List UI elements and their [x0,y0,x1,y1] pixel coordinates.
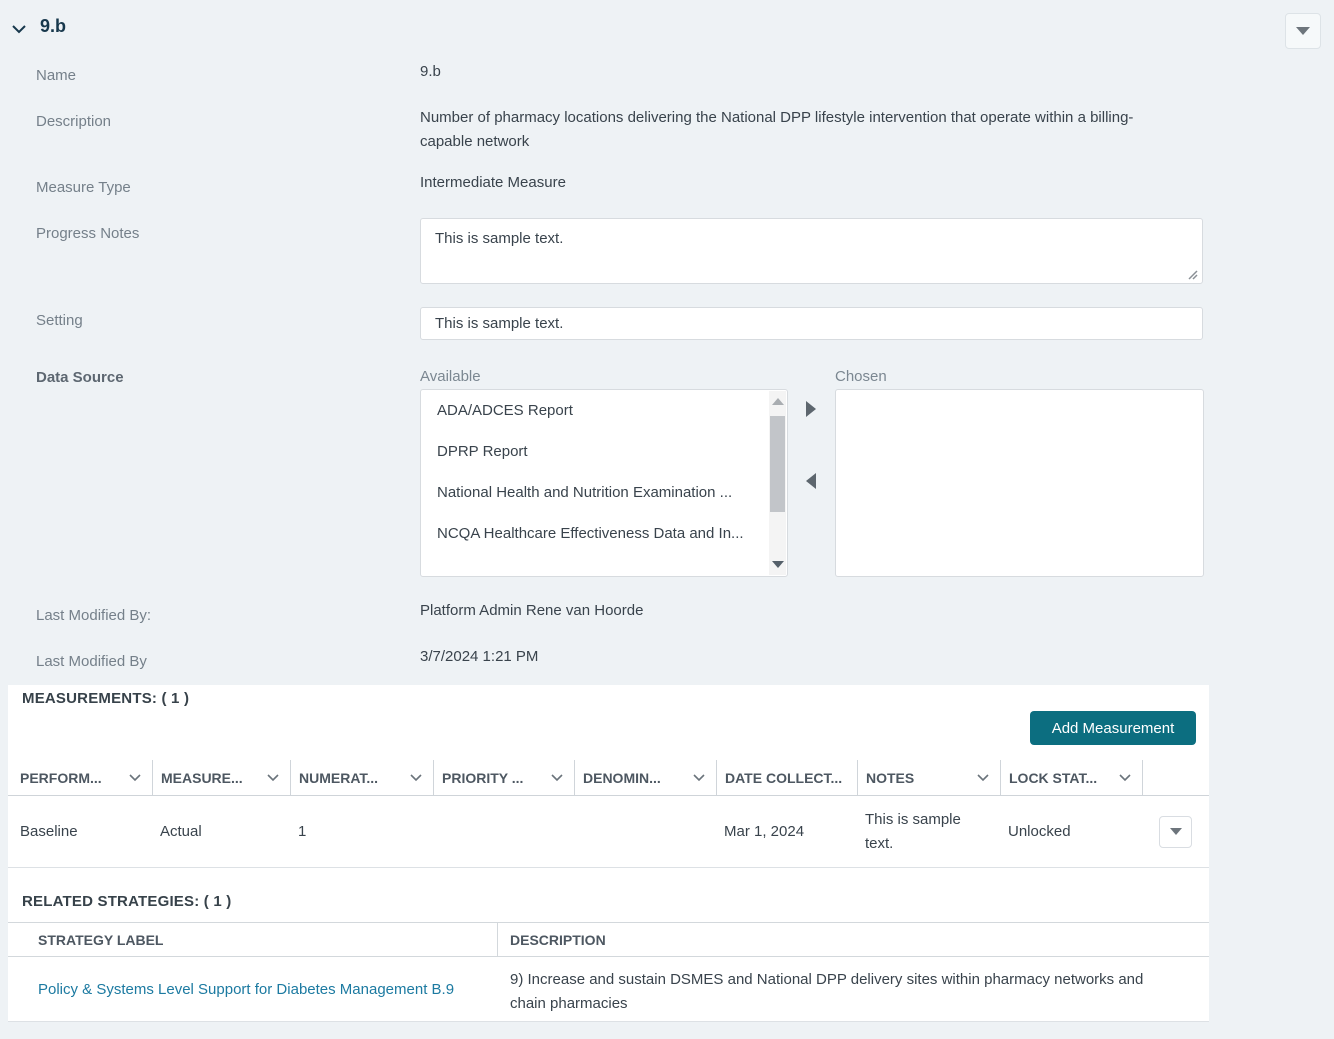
caret-down-icon [1296,27,1310,35]
last-modified-by-value: Platform Admin Rene van Hoorde [420,602,644,619]
measure-type-value: Intermediate Measure [420,174,566,191]
chevron-down-icon [693,774,705,782]
available-list-item[interactable]: National Health and Nutrition Examinatio… [421,472,787,513]
description-value: Number of pharmacy locations delivering … [420,109,1134,150]
cell-numerator: 1 [298,823,307,840]
cell-performance: Baseline [20,823,78,840]
available-list-item[interactable]: NCQA Healthcare Effectiveness Data and I… [421,513,787,554]
chevron-down-icon [977,774,989,782]
chevron-down-icon [1119,774,1131,782]
column-header-date-collected[interactable]: DATE COLLECT... [716,760,857,795]
description-label: Description [36,113,112,130]
caret-down-icon [1169,828,1182,835]
move-to-chosen-icon[interactable] [806,401,816,417]
listbox-scrollbar[interactable] [769,391,786,575]
last-modified-by-label: Last Modified By: [36,607,152,624]
strategy-table-row: Policy & Systems Level Support for Diabe… [8,957,1209,1022]
column-header-numerator[interactable]: NUMERAT... [290,760,433,795]
available-list-item[interactable]: ADA/ADCES Report [421,390,787,431]
measurement-table-row: Baseline Actual 1 Mar 1, 2024 This is sa… [8,796,1209,868]
column-header-notes[interactable]: NOTES [857,760,1000,795]
cell-measure: Actual [160,823,202,840]
section-actions-button[interactable] [1285,13,1321,49]
progress-notes-textarea[interactable]: This is sample text. [420,218,1203,284]
row-actions-button[interactable] [1159,815,1192,848]
measurements-table-header: PERFORM... MEASURE... NUMERAT... PRIORIT… [8,760,1209,796]
column-header-strategy-label: STRATEGY LABEL [38,931,164,948]
cell-priority [433,796,574,867]
measurements-title: MEASUREMENTS: ( 1 ) [22,690,190,707]
column-header-denominator[interactable]: DENOMIN... [574,760,716,795]
cell-lock-status: Unlocked [1008,823,1071,840]
strategy-description: 9) Increase and sustain DSMES and Nation… [510,971,1144,1012]
chevron-down-icon [12,25,26,34]
measure-type-label: Measure Type [36,179,131,196]
last-modified-date-value: 3/7/2024 1:21 PM [420,648,539,665]
cell-denominator [574,796,716,867]
setting-label: Setting [36,312,83,329]
chevron-down-icon [129,774,141,782]
chevron-down-icon [267,774,279,782]
chevron-down-icon [551,774,563,782]
available-listbox[interactable]: ADA/ADCES Report DPRP Report National He… [420,389,788,577]
scrollbar-thumb[interactable] [770,416,785,512]
chosen-listbox[interactable] [835,389,1204,577]
setting-input[interactable] [420,307,1203,340]
progress-notes-label: Progress Notes [36,225,140,242]
page-title: 9.b [40,16,67,36]
measurements-panel: MEASUREMENTS: ( 1 ) Add Measurement PERF… [8,685,1209,1022]
available-list-label: Available [420,368,481,385]
chosen-list-label: Chosen [835,368,887,385]
column-header-performance[interactable]: PERFORM... [8,760,152,795]
related-strategies-title: RELATED STRATEGIES: ( 1 ) [22,893,232,910]
available-list-item[interactable]: DPRP Report [421,431,787,472]
add-measurement-button[interactable]: Add Measurement [1030,711,1196,745]
cell-date-collected: Mar 1, 2024 [724,823,805,840]
strategies-table-header: STRATEGY LABEL DESCRIPTION [8,922,1209,957]
data-source-label: Data Source [36,369,124,386]
column-header-measure[interactable]: MEASURE... [152,760,290,795]
move-to-available-icon[interactable] [806,473,816,489]
collapse-section-button[interactable] [10,20,30,38]
column-header-priority[interactable]: PRIORITY ... [433,760,574,795]
scroll-up-icon[interactable] [772,398,784,405]
cell-actions [1142,796,1209,867]
last-modified-date-label: Last Modified By [36,653,147,670]
column-divider [497,922,498,957]
column-header-lock-status[interactable]: LOCK STAT... [1000,760,1142,795]
scroll-down-icon[interactable] [772,561,784,568]
column-header-actions [1142,760,1209,795]
strategy-link[interactable]: Policy & Systems Level Support for Diabe… [38,981,454,998]
cell-notes: This is sample text. [865,810,961,852]
name-label: Name [36,67,77,84]
name-value: 9.b [420,63,441,80]
chevron-down-icon [410,774,422,782]
column-header-description: DESCRIPTION [510,931,606,948]
